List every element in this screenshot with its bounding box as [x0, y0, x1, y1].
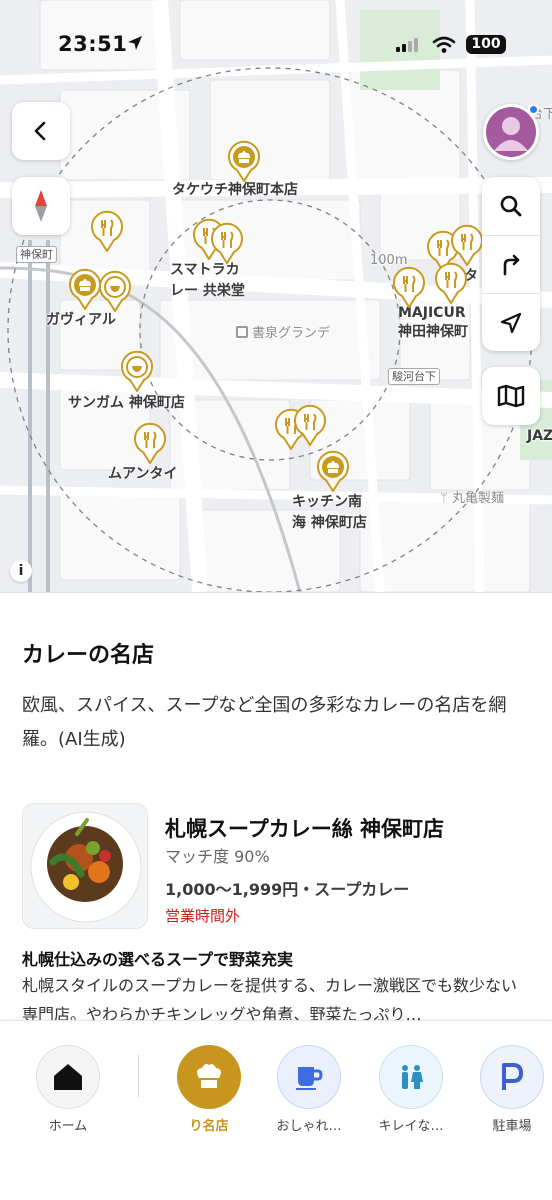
map-label-kitchen-nankai[interactable]: キッチン南 海 神保町店 — [292, 492, 367, 534]
shop-thumbnail[interactable] — [22, 803, 148, 929]
notification-dot — [528, 104, 539, 115]
tab-label-home: ホーム — [48, 1119, 88, 1134]
coffee-icon — [296, 1067, 323, 1090]
map-label-sangam[interactable]: サンガム 神保町店 — [68, 393, 185, 414]
map-label-moantai[interactable]: ムアンタイ — [108, 464, 177, 485]
map-label-shosen-grande: 書泉グランデ — [236, 323, 330, 344]
restaurant-pin[interactable] — [316, 450, 350, 492]
navigate-icon — [500, 312, 522, 333]
compass-icon — [35, 190, 47, 222]
directions-button[interactable] — [482, 235, 540, 293]
sheet-title: カレーの名店 — [22, 643, 155, 668]
map-label-gavial[interactable]: ガヴィアル — [46, 310, 116, 331]
curry-photo — [23, 804, 147, 928]
map-mode-button[interactable] — [482, 367, 540, 425]
station-sign-surugadai: 駿河台下 — [388, 368, 440, 385]
search-icon — [500, 195, 522, 217]
station-sign-jimbocho: 神保町 — [16, 246, 57, 263]
restroom-icon — [402, 1065, 423, 1089]
tab-kirei-restroom[interactable]: キレイな… — [366, 1021, 456, 1151]
map-label-takeuchi[interactable]: タケウチ神保町本店 — [172, 180, 298, 201]
map-label-sumatora[interactable]: スマトラカ レー 共栄堂 — [170, 260, 245, 302]
map-label-majicurry[interactable]: MAJICUR 神田神保町 — [398, 304, 468, 342]
home-icon — [54, 1064, 82, 1090]
tab-parking[interactable]: 駐車場 — [467, 1021, 552, 1151]
map-label-jaz: JAZ — [527, 428, 552, 444]
restaurant-pin[interactable] — [98, 270, 132, 312]
category-tab-bar: ホーム り名店 おしゃれ… キレイな… 駐車場 — [0, 1020, 552, 1200]
tab-oshare-cafe[interactable]: おしゃれ… — [264, 1021, 354, 1151]
wifi-icon — [432, 36, 456, 53]
restaurant-pin[interactable] — [450, 224, 484, 266]
back-chevron-icon — [34, 121, 46, 141]
parking-icon — [502, 1063, 523, 1090]
status-time: 23:51 — [58, 32, 128, 56]
map-icon — [497, 384, 525, 408]
tab-label-oshare: おしゃれ… — [276, 1119, 342, 1134]
tab-label-kirei: キレイな… — [378, 1119, 444, 1134]
restaurant-pin[interactable] — [210, 222, 244, 264]
battery-indicator: 100 — [466, 35, 506, 54]
current-location-button[interactable] — [482, 293, 540, 351]
restaurant-pin[interactable] — [120, 350, 154, 392]
shop-price-genre: 1,000〜1,999円・スープカレー — [165, 880, 410, 899]
chef-hat-icon — [197, 1064, 221, 1088]
restroom-tab-circle — [379, 1045, 443, 1109]
restaurant-pin[interactable] — [227, 140, 261, 182]
results-sheet[interactable]: カレーの名店 欧風、スパイス、スープなど全国の多彩なカレーの名店を網羅。(AI生… — [0, 592, 552, 1024]
shopping-bag-icon — [236, 326, 248, 338]
location-arrow-icon — [128, 36, 142, 50]
compass-button[interactable] — [12, 177, 70, 235]
shop-headline: 札幌仕込みの選べるスープで野菜充実 — [22, 950, 294, 969]
sheet-description: 欧風、スパイス、スープなど全国の多彩なカレーの名店を網羅。(AI生成) — [22, 695, 507, 750]
fork-knife-icon: ᛘ — [440, 491, 452, 506]
tab-home[interactable]: ホーム — [23, 1021, 113, 1151]
map-view[interactable]: 23:51 100 神保町 駿河台下 台下 タケウチ神保町本店 スマトラカ レー… — [0, 0, 552, 592]
search-button[interactable] — [482, 177, 540, 235]
shop-match: マッチ度 90% — [165, 847, 270, 866]
tab-curry-meiten[interactable]: り名店 — [164, 1021, 254, 1151]
restaurant-pin[interactable] — [392, 266, 426, 308]
restaurant-pin[interactable] — [293, 404, 327, 446]
map-info-button[interactable]: i — [10, 560, 32, 582]
restaurant-pin[interactable] — [434, 262, 468, 304]
shop-name[interactable]: 札幌スープカレー絲 神保町店 — [165, 813, 444, 843]
back-button[interactable] — [12, 102, 70, 160]
tab-label-parking: 駐車場 — [492, 1119, 532, 1134]
tab-divider — [138, 1055, 139, 1097]
tab-label-meiten: り名店 — [189, 1119, 229, 1134]
cafe-tab-circle — [277, 1045, 341, 1109]
map-label-marukame: ᛘ 丸亀製麺 — [440, 491, 504, 506]
restaurant-pin[interactable] — [90, 210, 124, 252]
avatar-icon — [494, 117, 528, 151]
shop-hours-status: 営業時間外 — [165, 907, 241, 925]
parking-tab-circle — [480, 1045, 544, 1109]
restaurant-pin[interactable] — [68, 268, 102, 310]
curry-tab-circle — [177, 1045, 241, 1109]
home-tab-circle — [36, 1045, 100, 1109]
directions-icon — [503, 254, 520, 275]
map-tools — [482, 177, 540, 351]
cellular-signal-icon — [396, 38, 418, 52]
restaurant-pin[interactable] — [133, 422, 167, 464]
